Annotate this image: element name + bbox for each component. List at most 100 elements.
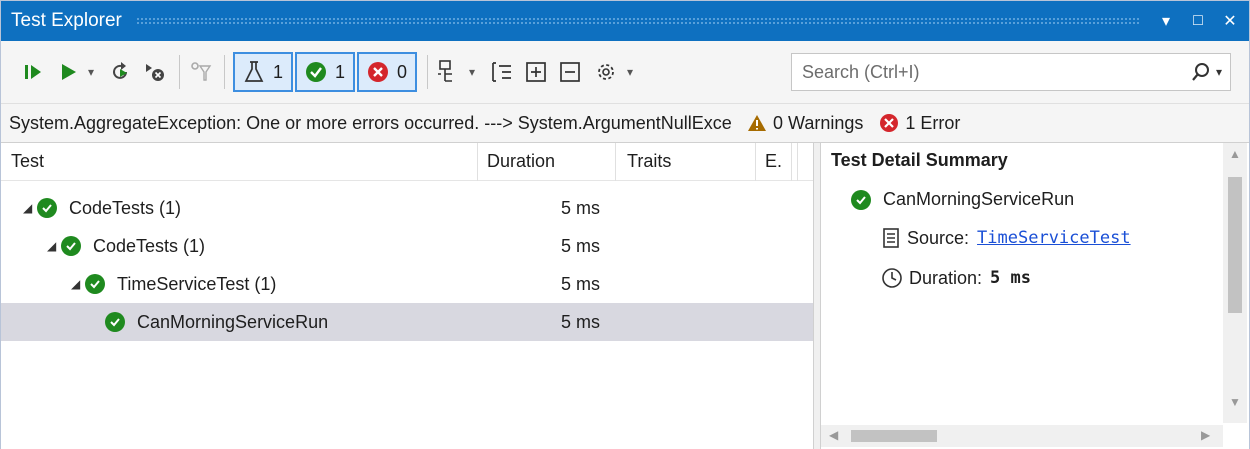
title-grip[interactable] xyxy=(135,17,1139,25)
duration-value: 5 ms xyxy=(990,268,1031,288)
settings-button[interactable] xyxy=(594,53,618,91)
search-button[interactable]: ▾ xyxy=(1190,61,1222,83)
errors-label: 1 Error xyxy=(905,112,961,133)
test-duration: 5 ms xyxy=(561,273,601,294)
test-name: CanMorningServiceRun xyxy=(137,311,329,332)
settings-dropdown-button[interactable]: ▾ xyxy=(622,53,638,91)
test-explorer-window: Test Explorer ▾ □ ✕ ▾ 1 1 0 ▾ ▾ Search (… xyxy=(0,0,1250,449)
column-divider[interactable] xyxy=(791,143,792,181)
close-button[interactable]: ✕ xyxy=(1217,8,1243,34)
cancel-icon xyxy=(146,64,164,81)
column-divider[interactable] xyxy=(755,143,756,181)
test-duration: 5 ms xyxy=(561,197,601,218)
failed-icon xyxy=(368,62,389,82)
passed-icon xyxy=(61,236,81,256)
gear-icon xyxy=(598,64,614,80)
horizontal-scrollbar[interactable]: ◀ ▶ xyxy=(821,425,1223,447)
test-duration: 5 ms xyxy=(561,235,601,256)
test-name: TimeServiceTest (1) xyxy=(117,273,277,294)
repeat-run-button[interactable] xyxy=(109,53,133,91)
collapse-all-button[interactable] xyxy=(558,53,582,91)
test-name: CodeTests (1) xyxy=(69,197,182,218)
hierarchy-icon xyxy=(492,62,512,82)
passed-tests-counter[interactable]: 1 xyxy=(295,52,356,92)
passed-count: 1 xyxy=(335,61,346,82)
column-divider[interactable] xyxy=(797,143,798,181)
test-detail-summary: Test Detail Summary CanMorningServiceRun… xyxy=(821,143,1249,449)
search-input[interactable]: Search (Ctrl+I) ▾ xyxy=(791,53,1231,91)
vertical-scroll-thumb[interactable] xyxy=(1228,177,1242,313)
expand-arrow-icon[interactable]: ◢ xyxy=(47,239,61,253)
window-title: Test Explorer xyxy=(11,10,122,31)
filter-icon xyxy=(191,62,212,81)
column-header-row: Test Duration Traits E. xyxy=(1,143,813,181)
errors-indicator[interactable]: 1 Error xyxy=(879,113,960,134)
passed-icon xyxy=(85,274,105,294)
run-dropdown-button[interactable]: ▾ xyxy=(83,53,99,91)
clock-icon xyxy=(882,268,902,288)
source-label: Source: xyxy=(907,227,970,248)
duration-label: Duration: xyxy=(909,267,983,288)
scroll-right-icon[interactable]: ▶ xyxy=(1201,428,1210,442)
source-link[interactable]: TimeServiceTest xyxy=(977,228,1131,248)
detail-duration: Duration: 5 ms xyxy=(881,267,1031,289)
scroll-left-icon[interactable]: ◀ xyxy=(829,428,838,442)
table-row[interactable]: ◢ CodeTests (1) 5 ms xyxy=(1,189,813,227)
chevron-down-icon: ▾ xyxy=(1215,65,1222,79)
repeat-icon xyxy=(113,62,127,79)
column-header-error[interactable]: E. xyxy=(765,151,782,172)
pane-splitter[interactable] xyxy=(813,143,821,449)
failed-count: 0 xyxy=(397,61,408,82)
group-by-button[interactable] xyxy=(436,53,460,91)
toolbar-separator xyxy=(179,55,180,89)
expand-all-button[interactable] xyxy=(524,53,548,91)
horizontal-scroll-thumb[interactable] xyxy=(851,430,937,442)
toolbar-separator xyxy=(427,55,429,89)
table-row[interactable]: CanMorningServiceRun 5 ms xyxy=(1,303,813,341)
group-by-dropdown-button[interactable]: ▾ xyxy=(464,53,480,91)
expand-arrow-icon[interactable]: ◢ xyxy=(71,277,85,291)
toolbar-separator xyxy=(224,55,225,89)
table-row[interactable]: ◢ CodeTests (1) 5 ms xyxy=(1,227,813,265)
run-all-button[interactable] xyxy=(23,53,45,91)
failed-tests-counter[interactable]: 0 xyxy=(357,52,418,92)
search-icon xyxy=(1192,63,1209,81)
warnings-label: 0 Warnings xyxy=(773,112,864,133)
column-header-duration[interactable]: Duration xyxy=(487,151,555,172)
passed-icon xyxy=(105,312,125,332)
error-icon xyxy=(880,114,899,132)
detail-test-name-label: CanMorningServiceRun xyxy=(883,189,1075,209)
column-header-traits[interactable]: Traits xyxy=(627,151,671,172)
detail-test-name: CanMorningServiceRun xyxy=(851,189,1074,210)
scroll-up-icon[interactable]: ▲ xyxy=(1229,147,1241,161)
detail-source: Source: TimeServiceTest xyxy=(881,227,1131,249)
collapse-icon xyxy=(560,62,580,82)
test-name: CodeTests (1) xyxy=(93,235,206,256)
test-list: Test Duration Traits E. ◢ CodeTests (1) … xyxy=(1,143,813,449)
expand-arrow-icon[interactable]: ◢ xyxy=(23,201,37,215)
cancel-run-button[interactable] xyxy=(143,53,167,91)
title-bar: Test Explorer ▾ □ ✕ xyxy=(1,1,1249,41)
toolbar: ▾ 1 1 0 ▾ ▾ Search (Ctrl+I) ▾ xyxy=(1,41,1249,103)
maximize-button[interactable]: □ xyxy=(1185,8,1211,34)
run-button[interactable] xyxy=(59,53,79,91)
column-divider[interactable] xyxy=(615,143,616,181)
column-header-test[interactable]: Test xyxy=(11,151,44,172)
test-duration: 5 ms xyxy=(561,311,601,332)
column-divider[interactable] xyxy=(477,143,478,181)
table-row[interactable]: ◢ TimeServiceTest (1) 5 ms xyxy=(1,265,813,303)
window-menu-button[interactable]: ▾ xyxy=(1153,8,1179,34)
warning-icon xyxy=(748,115,766,131)
warnings-indicator[interactable]: 0 Warnings xyxy=(747,113,863,134)
error-message[interactable]: System.AggregateException: One or more e… xyxy=(9,113,731,134)
hierarchy-button[interactable] xyxy=(490,53,514,91)
detail-title: Test Detail Summary xyxy=(831,150,1008,170)
scroll-down-icon[interactable]: ▼ xyxy=(1229,395,1241,409)
passed-icon xyxy=(306,62,327,82)
filter-button[interactable] xyxy=(188,53,212,91)
play-icon xyxy=(62,64,76,80)
total-tests-counter[interactable]: 1 xyxy=(233,52,294,92)
run-all-icon xyxy=(25,65,41,79)
vertical-scrollbar[interactable]: ▲ ▼ xyxy=(1223,143,1247,423)
total-count: 1 xyxy=(273,61,284,82)
